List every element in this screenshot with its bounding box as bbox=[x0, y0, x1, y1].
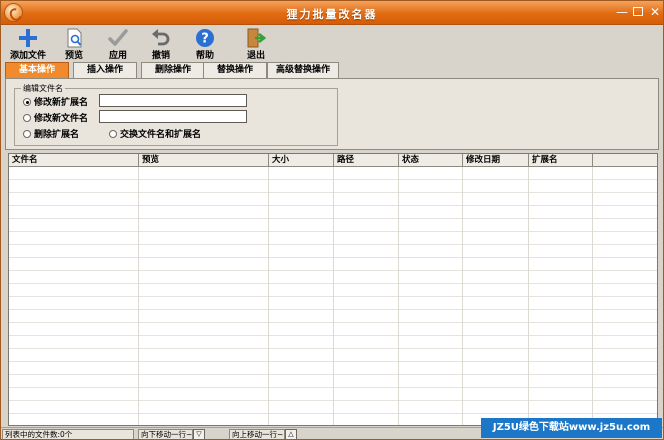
add-icon bbox=[19, 29, 37, 47]
option-delete-extension[interactable]: 删除扩展名 bbox=[23, 127, 80, 140]
radio-swap-name-extension[interactable] bbox=[109, 130, 117, 138]
table-header: 文件名 预览 大小 路径 状态 修改日期 扩展名 bbox=[9, 154, 657, 167]
column-header-filename[interactable]: 文件名 bbox=[9, 154, 139, 167]
maximize-button[interactable] bbox=[630, 4, 646, 20]
group-title: 编辑文件名 bbox=[21, 83, 65, 94]
column-header-status[interactable]: 状态 bbox=[399, 154, 463, 167]
option-delete-extension-label: 删除扩展名 bbox=[34, 130, 80, 140]
radio-new-filename[interactable] bbox=[23, 114, 31, 122]
column-header-extension[interactable]: 扩展名 bbox=[529, 154, 593, 167]
option-new-extension[interactable]: 修改新扩展名 bbox=[23, 95, 89, 108]
option-new-filename-label: 修改新文件名 bbox=[34, 114, 89, 124]
preview-icon bbox=[67, 28, 82, 48]
edit-filename-group: 编辑文件名 修改新扩展名 修改新文件名 删除扩展名 交换文件名和扩展名 bbox=[14, 83, 338, 146]
window-title: 狸力批量改名器 bbox=[286, 8, 378, 21]
move-down-label: 向下移动一行~ bbox=[138, 429, 193, 439]
toolbar: 添加文件 预览 应用 撤销 ? 帮助 退出 bbox=[1, 26, 663, 62]
move-up-button[interactable]: △ bbox=[285, 429, 297, 439]
apply-button[interactable]: 应用 bbox=[97, 28, 139, 61]
basic-operations-panel: 编辑文件名 修改新扩展名 修改新文件名 删除扩展名 交换文件名和扩展名 bbox=[5, 78, 659, 150]
column-divider bbox=[268, 167, 269, 425]
file-list-table[interactable]: 文件名 预览 大小 路径 状态 修改日期 扩展名 bbox=[8, 153, 658, 426]
new-extension-input[interactable] bbox=[99, 94, 247, 107]
option-new-filename[interactable]: 修改新文件名 bbox=[23, 111, 89, 124]
exit-button[interactable]: 退出 bbox=[235, 28, 277, 61]
radio-new-extension[interactable] bbox=[23, 98, 31, 106]
column-divider bbox=[528, 167, 529, 425]
tab-advanced-replace[interactable]: 高级替换操作 bbox=[267, 62, 339, 78]
radio-delete-extension[interactable] bbox=[23, 130, 31, 138]
tab-basic[interactable]: 基本操作 bbox=[5, 62, 69, 78]
exit-label: 退出 bbox=[246, 51, 265, 61]
new-filename-input[interactable] bbox=[99, 110, 247, 123]
close-button[interactable]: ✕ bbox=[647, 4, 663, 20]
minimize-button[interactable]: — bbox=[614, 4, 630, 20]
column-header-path[interactable]: 路径 bbox=[334, 154, 399, 167]
tab-replace[interactable]: 替换操作 bbox=[203, 62, 267, 78]
option-swap-name-extension-label: 交换文件名和扩展名 bbox=[120, 130, 202, 140]
column-divider bbox=[462, 167, 463, 425]
add-file-label: 添加文件 bbox=[9, 51, 46, 61]
exit-icon bbox=[247, 28, 266, 48]
title-bar[interactable]: 狸力批量改名器 — ✕ bbox=[1, 1, 663, 25]
site-watermark: JZ5U绿色下载站www.jz5u.com bbox=[481, 418, 662, 438]
tab-insert[interactable]: 插入操作 bbox=[73, 62, 137, 78]
option-swap-name-extension[interactable]: 交换文件名和扩展名 bbox=[109, 127, 202, 140]
help-label: 帮助 bbox=[195, 51, 214, 61]
undo-icon bbox=[152, 29, 170, 46]
check-icon bbox=[108, 29, 128, 46]
column-divider bbox=[398, 167, 399, 425]
undo-button[interactable]: 撤销 bbox=[140, 28, 182, 61]
undo-label: 撤销 bbox=[151, 51, 170, 61]
move-down-button[interactable]: ▽ bbox=[193, 429, 205, 439]
add-file-button[interactable]: 添加文件 bbox=[7, 28, 49, 61]
apply-label: 应用 bbox=[108, 51, 127, 61]
help-icon: ? bbox=[196, 29, 214, 47]
maximize-icon bbox=[633, 7, 643, 16]
preview-button[interactable]: 预览 bbox=[53, 28, 95, 61]
option-new-extension-label: 修改新扩展名 bbox=[34, 98, 89, 108]
column-divider bbox=[138, 167, 139, 425]
column-header-modified-date[interactable]: 修改日期 bbox=[463, 154, 529, 167]
preview-label: 预览 bbox=[64, 51, 83, 61]
column-divider bbox=[333, 167, 334, 425]
app-window: 狸力批量改名器 — ✕ 添加文件 预览 应用 撤销 ? 帮助 退出 基本操作 插… bbox=[0, 0, 664, 440]
svg-text:?: ? bbox=[201, 32, 209, 47]
column-header-size[interactable]: 大小 bbox=[269, 154, 334, 167]
tab-delete[interactable]: 删除操作 bbox=[141, 62, 205, 78]
move-up-label: 向上移动一行~ bbox=[229, 429, 285, 439]
file-count-status: 列表中的文件数:0个 bbox=[2, 429, 134, 439]
column-divider bbox=[592, 167, 593, 425]
help-button[interactable]: ? 帮助 bbox=[184, 28, 226, 61]
column-header-preview[interactable]: 预览 bbox=[139, 154, 269, 167]
